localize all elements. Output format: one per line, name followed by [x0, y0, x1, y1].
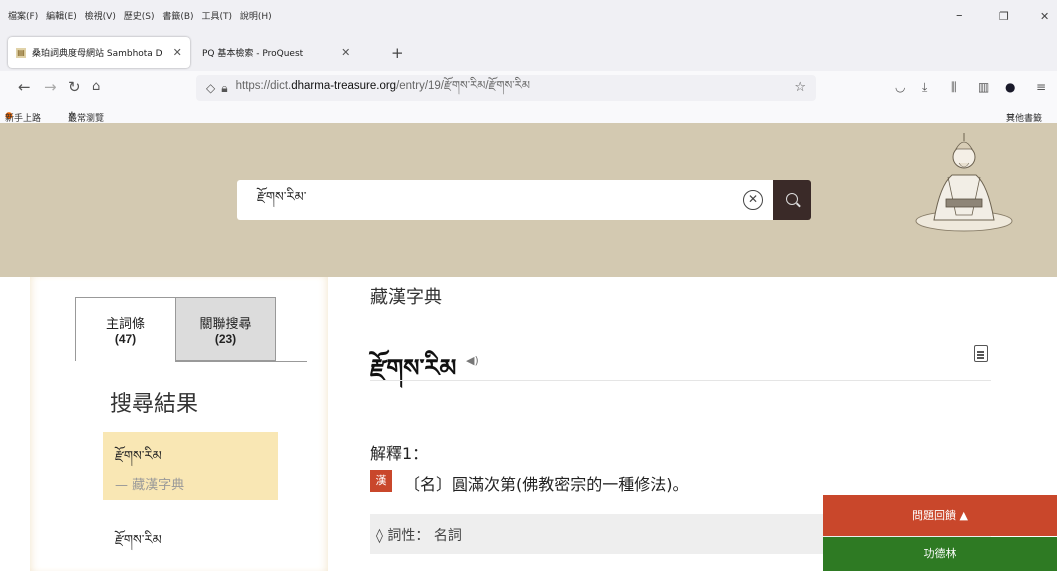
definition-label: 解釋1： — [370, 444, 429, 463]
result-term: རྫོགས་རིམ — [115, 533, 162, 548]
tab-main-entries[interactable]: 主詞條 (47) — [75, 297, 176, 361]
search-query: རྫོགས་རིམ་ — [257, 189, 307, 205]
menu-bookmarks[interactable]: 書籤(B) — [162, 12, 193, 22]
extension-icon[interactable]: ● — [1005, 80, 1015, 94]
search-input[interactable]: རྫོགས་རིམ་ ✕ — [237, 180, 773, 220]
home-icon[interactable]: ⌂ — [92, 79, 100, 95]
restore-button[interactable]: ❐ — [999, 10, 1009, 23]
dictionary-name: 藏漢字典 — [370, 287, 442, 308]
lock-icon[interactable]: 🔒︎ — [221, 81, 227, 96]
download-icon[interactable]: ⤓ — [922, 80, 927, 95]
result-term: རྫོགས་རིམ — [115, 449, 162, 464]
menu-file[interactable]: 檔案(F) — [8, 12, 38, 22]
tab-bar: ▤ 桑珀詞典度母網站 Sambhota D ✕ PQ 基本檢索 - ProQue… — [0, 34, 1057, 71]
divider — [370, 380, 991, 381]
language-badge: 漢 — [370, 470, 392, 492]
header-banner: རྫོགས་རིམ་ ✕ — [0, 123, 1057, 277]
tab-divider — [175, 361, 307, 362]
library-icon[interactable]: ⫼ — [951, 80, 957, 95]
search-icon — [786, 193, 798, 205]
shield-icon[interactable]: ◇ — [206, 81, 215, 95]
tab-main-count: (47) — [114, 332, 137, 346]
tab-title: 桑珀詞典度母網站 Sambhota D — [32, 49, 163, 59]
close-window-button[interactable]: ✕ — [1040, 10, 1049, 23]
result-item-selected[interactable]: རྫོགས་རིམ — 藏漢字典 — [103, 432, 278, 500]
tab-related-search[interactable]: 關聯搜尋 (23) — [175, 297, 276, 361]
page-favicon-icon: ▤ — [16, 47, 26, 58]
definition-text: 〔名〕圓滿次第(佛教密宗的一種修法)。 — [404, 475, 689, 494]
tab-main-label: 主詞條 — [105, 317, 145, 332]
sidebar-icon[interactable]: ▥ — [978, 80, 989, 94]
speaker-icon[interactable]: ◀) — [466, 354, 479, 367]
pocket-icon[interactable]: ◡ — [895, 80, 905, 94]
tab-related-label: 關聯搜尋 — [199, 317, 252, 332]
bookmarks-bar: ● 新手上路 ✲ 最常瀏覽 ▭ 其他書籤 — [0, 105, 1057, 124]
back-arrow-icon[interactable]: ← — [18, 79, 31, 95]
navigation-bar: ← → ↻ ⌂ ◇ 🔒︎ https://dict.dharma-treasur… — [0, 71, 1057, 105]
hamburger-menu-icon[interactable]: ≡ — [1036, 80, 1046, 94]
new-tab-button[interactable]: + — [383, 37, 412, 68]
bookmark-star-icon[interactable]: ☆ — [794, 80, 806, 95]
results-title: 搜尋結果 — [110, 392, 199, 417]
url-text: https://dict.dharma-treasure.org/entry/1… — [235, 79, 530, 92]
menu-help[interactable]: 說明(H) — [240, 12, 272, 22]
url-bar[interactable]: ◇ 🔒︎ https://dict.dharma-treasure.org/en… — [196, 75, 816, 101]
forward-arrow-icon[interactable]: → — [44, 79, 57, 95]
tab-sambhota[interactable]: ▤ 桑珀詞典度母網站 Sambhota D ✕ — [8, 37, 190, 68]
close-tab-icon[interactable]: ✕ — [173, 46, 182, 59]
clear-search-icon[interactable]: ✕ — [743, 190, 763, 210]
menu-bar: 檔案(F) 編輯(E) 檢視(V) 歷史(S) 書籤(B) 工具(T) 說明(H… — [0, 0, 1057, 34]
feedback-button[interactable]: 問題回饋 ▲ — [823, 495, 1057, 536]
copy-icon[interactable] — [974, 345, 988, 362]
tab-related-count: (23) — [214, 332, 237, 346]
search-button[interactable] — [773, 180, 811, 220]
reload-icon[interactable]: ↻ — [68, 79, 81, 95]
close-tab-icon[interactable]: ✕ — [341, 46, 350, 59]
result-tabs: 主詞條 (47) 關聯搜尋 (23) — [75, 297, 307, 362]
result-source: — 藏漢字典 — [115, 478, 185, 493]
tab-proquest[interactable]: PQ 基本檢索 - ProQuest ✕ — [194, 37, 370, 68]
menu-view[interactable]: 檢視(V) — [85, 12, 116, 22]
menu-items: 檔案(F) 編輯(E) 檢視(V) 歷史(S) 書籤(B) 工具(T) 說明(H… — [8, 9, 277, 22]
menu-edit[interactable]: 編輯(E) — [46, 12, 77, 22]
headword: རྫོགས་རིམ — [370, 353, 457, 382]
minimize-button[interactable]: – — [956, 8, 963, 23]
tab-title: PQ 基本檢索 - ProQuest — [202, 49, 304, 59]
merit-button[interactable]: 功德林 — [823, 537, 1057, 571]
menu-history[interactable]: 歷史(S) — [124, 12, 155, 22]
menu-tools[interactable]: 工具(T) — [201, 12, 232, 22]
lama-figure-illustration — [915, 133, 1013, 232]
result-item[interactable]: རྫོགས་རིམ — [103, 516, 278, 576]
